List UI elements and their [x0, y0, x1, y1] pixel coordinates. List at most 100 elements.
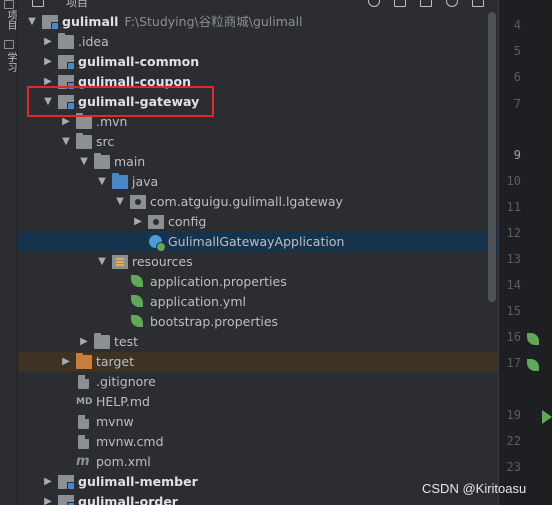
line-number: 13 — [506, 252, 521, 266]
tree-row[interactable]: ▼ java — [18, 172, 498, 192]
tree-row[interactable]: mvnw — [18, 412, 498, 432]
package-icon — [130, 195, 146, 209]
chevron-right-icon[interactable]: ▶ — [60, 352, 72, 372]
tool-window-strip: 项目 学习 — [0, 0, 18, 505]
tree-row[interactable]: bootstrap.properties — [18, 312, 498, 332]
module-folder-icon — [58, 55, 75, 70]
locate-icon[interactable] — [368, 0, 380, 7]
tree-row-label: target — [96, 354, 135, 369]
tree-row[interactable]: ▼ resources — [18, 252, 498, 272]
tree-row-label: mvnw.cmd — [96, 434, 164, 449]
tree-row-label: test — [114, 334, 139, 349]
line-number: 4 — [513, 18, 521, 32]
settings-icon[interactable] — [446, 0, 458, 7]
line-number: 22 — [506, 434, 521, 448]
root-path: F:\Studying\谷粒商城\gulimall — [124, 14, 303, 29]
tree-row[interactable]: ▼ com.atguigu.gulimall.lgateway — [18, 192, 498, 212]
folder-icon — [76, 113, 92, 129]
project-toolbar: 项目 — [18, 0, 498, 8]
project-tool-icon[interactable] — [4, 0, 14, 9]
tree-row[interactable]: mvnw.cmd — [18, 432, 498, 452]
tree-row-label: main — [114, 154, 146, 169]
chevron-down-icon[interactable]: ▼ — [26, 12, 38, 32]
tree-row-label: application.properties — [150, 274, 287, 289]
run-gutter-icon[interactable] — [542, 410, 552, 424]
expand-all-icon[interactable] — [420, 0, 432, 7]
chevron-right-icon[interactable]: ▶ — [42, 472, 54, 492]
project-tool-tab[interactable]: 项目 — [2, 10, 16, 30]
tree-row-label: GulimallGatewayApplication — [168, 234, 345, 249]
chevron-down-icon[interactable]: ▼ — [78, 152, 90, 172]
tree-row-label: HELP.md — [96, 394, 150, 409]
folder-icon — [94, 153, 110, 169]
tree-row[interactable]: .gitignore — [18, 372, 498, 392]
project-view-icon[interactable] — [32, 0, 44, 7]
spring-config-icon — [130, 295, 146, 309]
chevron-right-icon[interactable]: ▶ — [78, 332, 90, 352]
maven-icon: m — [76, 454, 90, 469]
tree-row-label: mvnw — [96, 414, 134, 429]
folder-icon — [94, 333, 110, 349]
tree-row-label: gulimall-common — [78, 54, 200, 69]
file-icon — [78, 435, 89, 449]
file-icon — [78, 415, 89, 429]
markdown-icon: MD — [76, 397, 93, 407]
line-number: 10 — [506, 174, 521, 188]
tree-row[interactable]: ▶ target — [18, 352, 498, 372]
editor-gutter: 4 5 6 7 9 10 11 12 13 14 15 16 17 19 22 23 — [498, 0, 552, 505]
resources-folder-icon — [112, 255, 128, 269]
hide-panel-icon[interactable] — [472, 0, 484, 7]
line-number: 17 — [506, 356, 521, 370]
collapse-all-icon[interactable] — [394, 0, 406, 7]
tree-row-label: bootstrap.properties — [150, 314, 279, 329]
tree-row[interactable]: ▼ src — [18, 132, 498, 152]
tree-row[interactable]: ▶ gulimall-common — [18, 52, 498, 72]
chevron-down-icon[interactable]: ▼ — [96, 172, 108, 192]
chevron-down-icon[interactable]: ▼ — [60, 132, 72, 152]
tree-row[interactable]: application.properties — [18, 272, 498, 292]
tree-row[interactable]: MD HELP.md — [18, 392, 498, 412]
spring-bean-gutter-icon[interactable] — [527, 358, 541, 372]
tree-root[interactable]: ▼ gulimall F:\Studying\谷粒商城\gulimall — [18, 12, 498, 32]
spring-config-icon — [130, 275, 146, 289]
tree-row[interactable]: ▶ config — [18, 212, 498, 232]
module-folder-icon — [58, 475, 75, 490]
chevron-down-icon[interactable]: ▼ — [96, 252, 108, 272]
line-number: 9 — [513, 148, 521, 162]
tree-row-label: .gitignore — [96, 374, 156, 389]
tree-row[interactable]: ▼ main — [18, 152, 498, 172]
chevron-right-icon[interactable]: ▶ — [132, 212, 144, 232]
tree-row[interactable]: application.yml — [18, 292, 498, 312]
project-panel-title[interactable]: 项目 — [66, 0, 88, 8]
root-name: gulimall — [62, 14, 119, 29]
tree-row[interactable]: ▶ .idea — [18, 32, 498, 52]
chevron-right-icon[interactable]: ▶ — [42, 32, 54, 52]
watermark: CSDN @Kiritoasu — [422, 481, 527, 496]
tree-row[interactable]: ▶ test — [18, 332, 498, 352]
chevron-down-icon[interactable]: ▼ — [114, 192, 126, 212]
line-number: 12 — [506, 226, 521, 240]
tree-row-label: config — [168, 214, 207, 229]
tree-row-label: pom.xml — [96, 454, 151, 469]
tree-row[interactable]: m pom.xml — [18, 452, 498, 472]
spring-bean-gutter-icon[interactable] — [527, 332, 541, 346]
file-icon — [78, 375, 89, 389]
spring-config-icon — [130, 315, 146, 329]
folder-icon — [76, 133, 92, 149]
tree-row-label: com.atguigu.gulimall.lgateway — [150, 194, 343, 209]
tree-row[interactable]: GulimallGatewayApplication — [18, 232, 498, 252]
learn-tool-icon[interactable] — [4, 40, 14, 49]
tree-row-label: gulimall-order — [78, 494, 178, 505]
chevron-right-icon[interactable]: ▶ — [42, 52, 54, 72]
chevron-right-icon[interactable]: ▶ — [42, 492, 54, 505]
project-tree: ▼ gulimall F:\Studying\谷粒商城\gulimall ▶ .id… — [18, 8, 498, 505]
tree-row-label: java — [132, 174, 159, 189]
source-folder-icon — [112, 173, 128, 189]
line-number: 5 — [513, 44, 521, 58]
line-number: 7 — [513, 97, 521, 111]
excluded-folder-icon — [76, 353, 92, 369]
module-folder-icon — [58, 495, 75, 505]
tree-row-label: .idea — [78, 34, 109, 49]
learn-tool-tab[interactable]: 学习 — [2, 52, 16, 72]
tree-scrollbar[interactable] — [488, 12, 496, 302]
